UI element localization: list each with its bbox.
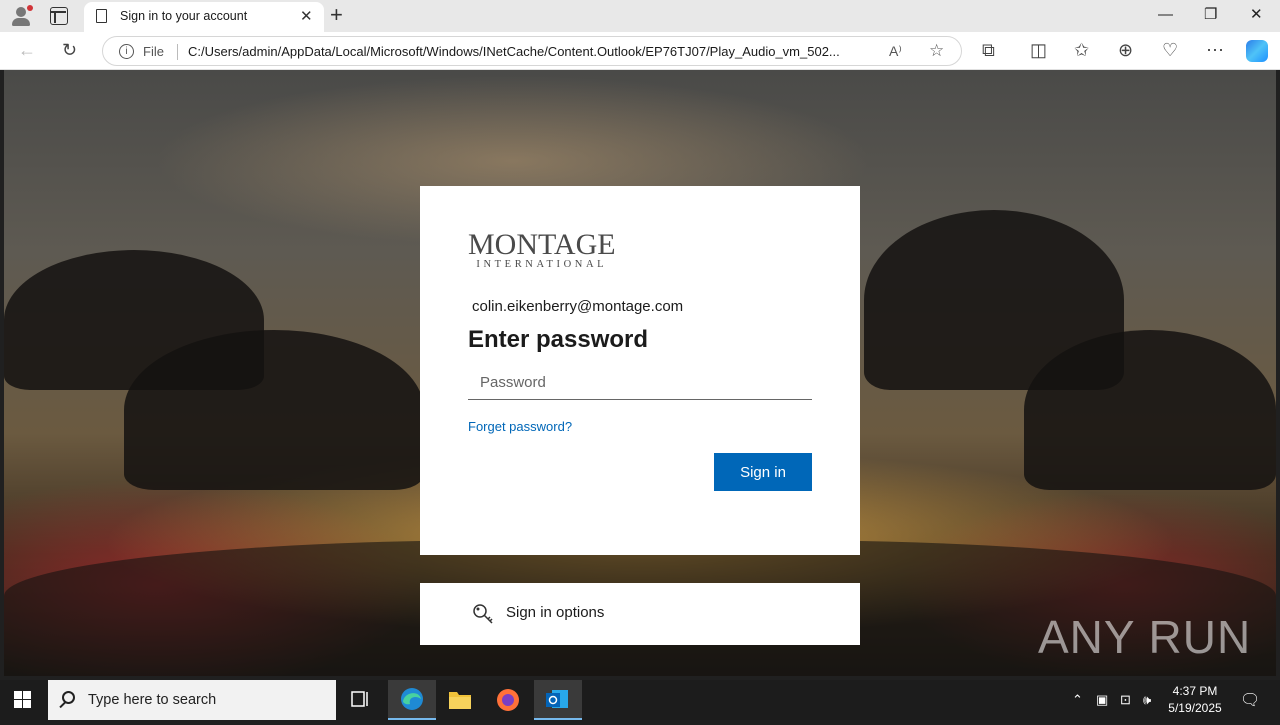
taskbar: Type here to search ⌃ ▣ ⊡ 🕪 4:37 PM 5/19… (0, 680, 1280, 720)
tab-title: Sign in to your account (120, 9, 248, 23)
favorites-icon[interactable]: ✩ (1074, 40, 1089, 60)
browser-toolbar: ← ↻ i File C:/Users/admin/AppData/Local/… (0, 32, 1280, 70)
browser-tabstrip: Sign in to your account ✕ + — ❐ ✕ (0, 0, 1280, 32)
network-device-icon[interactable]: ▣ (1096, 692, 1108, 708)
minimize-button[interactable]: — (1158, 4, 1173, 26)
key-icon (473, 604, 493, 624)
more-menu-icon[interactable]: ⋯ (1206, 40, 1224, 60)
extensions-icon[interactable]: ⧉ (982, 40, 995, 60)
login-card: MONTAGE INTERNATIONAL colin.eikenberry@m… (420, 186, 860, 555)
address-scheme: File (143, 44, 164, 59)
page-title: Enter password (468, 326, 649, 353)
taskbar-search[interactable]: Type here to search (48, 680, 336, 720)
address-url[interactable]: C:/Users/admin/AppData/Local/Microsoft/W… (188, 44, 878, 59)
edge-icon[interactable] (388, 680, 436, 720)
read-aloud-icon[interactable]: A⁾ (889, 43, 902, 60)
browser-essentials-icon[interactable]: ♡ (1162, 40, 1178, 60)
close-tab-icon[interactable]: ✕ (300, 7, 313, 25)
company-logo: MONTAGE INTERNATIONAL (468, 228, 616, 271)
password-field[interactable] (468, 366, 812, 400)
firefox-icon[interactable] (484, 680, 532, 720)
forgot-password-link[interactable]: Forget password? (468, 419, 572, 434)
file-explorer-icon[interactable] (436, 680, 484, 720)
sign-in-options-label: Sign in options (506, 604, 605, 621)
sign-in-options-button[interactable]: Sign in options (420, 583, 860, 645)
show-hidden-icons[interactable]: ⌃ (1072, 692, 1083, 708)
new-tab-button[interactable]: + (330, 3, 343, 27)
back-icon[interactable]: ← (18, 40, 36, 60)
system-clock[interactable]: 4:37 PM 5/19/2025 (1162, 683, 1228, 717)
palm-silhouette (1024, 330, 1276, 490)
browser-tab[interactable]: Sign in to your account ✕ (84, 2, 324, 32)
profile-icon[interactable] (10, 5, 33, 27)
account-email: colin.eikenberry@montage.com (472, 298, 684, 315)
task-view-icon[interactable] (336, 680, 384, 720)
sign-in-button[interactable]: Sign in (714, 453, 812, 491)
notifications-icon[interactable]: 🗨 (1240, 690, 1260, 710)
page-icon (96, 9, 107, 23)
network-icon[interactable]: ⊡ (1120, 692, 1131, 708)
close-window-button[interactable]: ✕ (1250, 4, 1263, 26)
favorite-star-icon[interactable]: ☆ (929, 41, 944, 61)
address-bar[interactable]: i File C:/Users/admin/AppData/Local/Micr… (102, 36, 962, 66)
palm-silhouette (124, 330, 424, 490)
outlook-icon[interactable] (534, 680, 582, 720)
search-icon (62, 691, 75, 704)
refresh-icon[interactable]: ↻ (62, 40, 77, 60)
tab-actions-icon[interactable] (50, 7, 68, 25)
watermark: ANY RUN (1038, 611, 1252, 663)
copilot-icon[interactable] (1246, 40, 1268, 62)
address-separator (177, 44, 178, 60)
info-icon[interactable]: i (119, 44, 134, 59)
page-background: MONTAGE INTERNATIONAL colin.eikenberry@m… (4, 70, 1276, 676)
split-screen-icon[interactable]: ◫ (1030, 40, 1047, 60)
collections-icon[interactable]: ⊕ (1118, 40, 1133, 60)
search-placeholder: Type here to search (88, 692, 217, 708)
restore-button[interactable]: ❐ (1204, 4, 1217, 26)
windows-start-icon[interactable] (14, 691, 32, 709)
volume-icon[interactable]: 🕪 (1143, 692, 1151, 708)
